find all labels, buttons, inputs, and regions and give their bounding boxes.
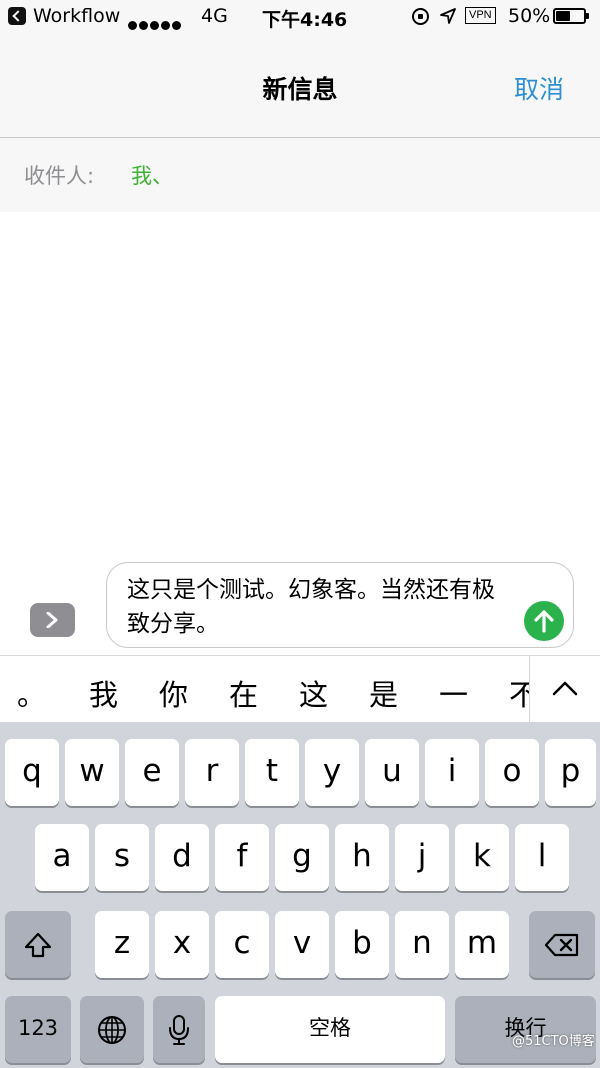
- battery-percent: 50%: [508, 5, 551, 27]
- shift-key[interactable]: [5, 911, 71, 978]
- candidate-item[interactable]: 在: [229, 672, 258, 714]
- key-h[interactable]: h: [335, 824, 389, 891]
- key-f[interactable]: f: [215, 824, 269, 891]
- chevron-up-icon: [552, 681, 578, 696]
- network-type: 4G: [201, 5, 228, 27]
- recipient-label: 收件人:: [24, 164, 95, 188]
- key-j[interactable]: j: [395, 824, 449, 891]
- key-q[interactable]: q: [5, 739, 59, 806]
- key-s[interactable]: s: [95, 824, 149, 891]
- key-c[interactable]: c: [215, 911, 269, 978]
- page-title: 新信息: [262, 75, 338, 104]
- key-d[interactable]: d: [155, 824, 209, 891]
- back-arrow-icon[interactable]: [8, 7, 26, 25]
- back-app-label[interactable]: Workflow: [33, 5, 120, 27]
- key-y[interactable]: y: [305, 739, 359, 806]
- candidate-item[interactable]: 是: [369, 672, 398, 714]
- key-g[interactable]: g: [275, 824, 329, 891]
- key-n[interactable]: n: [395, 911, 449, 978]
- key-o[interactable]: o: [485, 739, 539, 806]
- key-p[interactable]: p: [545, 739, 596, 806]
- key-e[interactable]: e: [125, 739, 179, 806]
- battery-icon: [553, 8, 589, 24]
- battery-level: [556, 11, 570, 21]
- key-x[interactable]: x: [155, 911, 209, 978]
- key-v[interactable]: v: [275, 911, 329, 978]
- key-m[interactable]: m: [455, 911, 509, 978]
- message-text[interactable]: 这只是个测试。幻象客。当然还有极致分享。: [127, 573, 507, 641]
- backspace-key[interactable]: [529, 911, 595, 978]
- numbers-key[interactable]: 123: [5, 996, 71, 1063]
- keyboard: q w e r t y u i o p a s d f g h j k l z …: [0, 722, 600, 1068]
- candidate-bar: 。 我 你 在 这 是 一 不: [0, 655, 600, 722]
- candidate-item[interactable]: 一: [439, 672, 468, 714]
- chevron-right-icon: [46, 612, 58, 628]
- globe-key[interactable]: [80, 996, 144, 1063]
- watermark: @51CTO博客: [512, 1034, 595, 1049]
- navigation-bar: 新信息 取消: [0, 34, 600, 138]
- send-button[interactable]: [524, 601, 564, 641]
- recipient-token[interactable]: 我、: [131, 160, 173, 190]
- candidate-item[interactable]: 我: [89, 672, 118, 714]
- microphone-icon: [169, 1014, 189, 1045]
- key-r[interactable]: r: [185, 739, 239, 806]
- dictation-key[interactable]: [153, 996, 205, 1063]
- candidate-item[interactable]: 这: [299, 672, 328, 714]
- rotation-lock-icon: [412, 8, 429, 25]
- candidate-item[interactable]: 。: [17, 672, 46, 714]
- candidate-item[interactable]: 你: [159, 672, 188, 714]
- signal-strength-icon: [128, 13, 183, 35]
- globe-icon: [98, 1015, 126, 1044]
- cancel-button[interactable]: 取消: [514, 70, 564, 106]
- status-time: 下午4:46: [262, 9, 348, 31]
- key-i[interactable]: i: [425, 739, 479, 806]
- candidate-expand-button[interactable]: [529, 656, 600, 722]
- vpn-badge: VPN: [465, 7, 496, 24]
- key-k[interactable]: k: [455, 824, 509, 891]
- shift-arrow-icon: [24, 932, 52, 957]
- key-b[interactable]: b: [335, 911, 389, 978]
- location-arrow-icon: [440, 8, 456, 24]
- arrow-up-icon: [534, 610, 554, 633]
- key-a[interactable]: a: [35, 824, 89, 891]
- apps-expand-button[interactable]: [30, 603, 75, 637]
- status-bar: Workflow 4G 下午4:46 VPN 50%: [0, 0, 600, 34]
- message-input[interactable]: 这只是个测试。幻象客。当然还有极致分享。: [106, 562, 574, 648]
- key-u[interactable]: u: [365, 739, 419, 806]
- key-l[interactable]: l: [515, 824, 569, 891]
- key-w[interactable]: w: [65, 739, 119, 806]
- backspace-icon: [544, 933, 579, 956]
- space-key[interactable]: 空格: [215, 996, 445, 1063]
- key-z[interactable]: z: [95, 911, 149, 978]
- recipient-field[interactable]: 收件人: 我、: [0, 138, 600, 212]
- key-t[interactable]: t: [245, 739, 299, 806]
